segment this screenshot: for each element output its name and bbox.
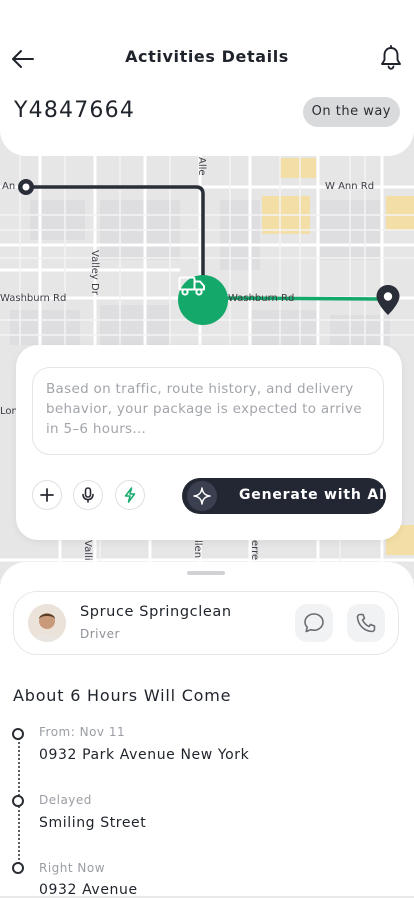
timeline-value-delayed: Smiling Street	[39, 815, 147, 831]
voice-button[interactable]	[73, 480, 103, 510]
phone-icon	[356, 613, 376, 633]
status-badge: On the way	[302, 97, 400, 127]
avatar	[28, 604, 66, 642]
plus-icon	[40, 488, 54, 502]
driver-role: Driver	[80, 627, 120, 641]
map-label-w-ann-rd: W Ann Rd	[325, 181, 375, 192]
sparkle-icon	[193, 487, 211, 505]
chat-button[interactable]	[295, 604, 333, 642]
notification-button[interactable]	[379, 45, 403, 71]
ai-prompt-input[interactable]: Based on traffic, route history, and del…	[32, 367, 384, 455]
sparkle-badge	[187, 481, 217, 511]
map-label-llen: llen	[192, 540, 203, 559]
timeline-dot	[12, 728, 24, 740]
drag-handle[interactable]	[187, 571, 225, 575]
map-label-washburn-rd-east: Washburn Rd	[228, 293, 295, 304]
add-button[interactable]	[32, 480, 62, 510]
map-label-washburn-rd: Washburn Rd	[0, 293, 67, 304]
timeline-label-from: From: Nov 11	[39, 725, 126, 739]
timeline-dot	[12, 862, 24, 874]
map-label-erre: erre	[249, 540, 260, 561]
header: Activities Details Y4847664 On the way	[0, 0, 414, 156]
microphone-icon	[82, 487, 94, 503]
call-button[interactable]	[347, 604, 385, 642]
page-title: Activities Details	[125, 47, 289, 66]
driver-photo	[28, 604, 66, 642]
timeline-label-now: Right Now	[39, 861, 106, 875]
chat-icon	[304, 613, 324, 633]
quick-action-button[interactable]	[115, 480, 145, 510]
map-label-valley-dr: Valley Dr	[89, 250, 100, 295]
generate-label: Generate with AI	[239, 487, 385, 503]
lightning-icon	[124, 487, 136, 503]
eta-heading: About 6 Hours Will Come	[13, 686, 232, 705]
timeline-dot	[12, 795, 24, 807]
details-sheet: Spruce Springclean Driver About 6 Hours …	[0, 562, 414, 898]
map-label-valli: Valli	[82, 540, 93, 561]
bell-icon	[381, 45, 401, 70]
driver-card: Spruce Springclean Driver	[13, 591, 399, 655]
timeline-label-delayed: Delayed	[39, 793, 92, 807]
map-label-an: An	[2, 181, 16, 192]
location-pin-icon[interactable]	[375, 284, 401, 316]
generate-with-ai-button[interactable]: Generate with AI	[182, 478, 386, 514]
truck-icon	[178, 276, 205, 296]
driver-name: Spruce Springclean	[80, 604, 232, 620]
truck-marker[interactable]	[178, 275, 228, 325]
timeline-value-origin: 0932 Park Avenue New York	[39, 747, 250, 763]
map-label-allen: Alle	[196, 157, 207, 176]
tracking-number: Y4847664	[14, 98, 136, 123]
ai-prompt-card: Based on traffic, route history, and del…	[16, 345, 402, 540]
